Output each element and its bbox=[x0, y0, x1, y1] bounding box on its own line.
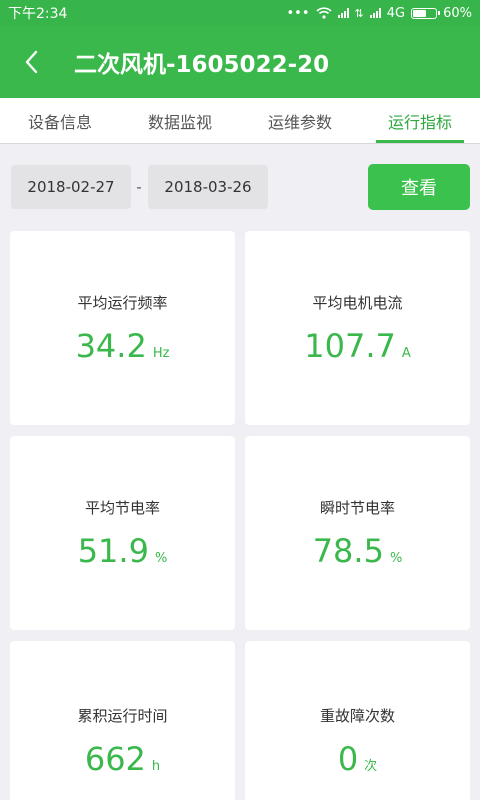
signal-icon bbox=[337, 8, 349, 18]
chevron-left-icon bbox=[25, 50, 38, 74]
status-time: 下午2:34 bbox=[8, 6, 68, 22]
tab-label: 运行指标 bbox=[387, 112, 452, 132]
metric-label: 重故障次数 bbox=[319, 707, 395, 725]
tab-label: 设备信息 bbox=[27, 112, 92, 132]
metric-label: 平均节电率 bbox=[84, 498, 160, 517]
metric-value: 662 bbox=[84, 740, 146, 778]
metric-value: 51.9 bbox=[77, 531, 149, 570]
metric-label: 平均运行频率 bbox=[77, 293, 168, 312]
tab-label: 运维参数 bbox=[267, 112, 332, 132]
app-bar: 二次风机-1605022-20 bbox=[0, 26, 480, 98]
metric-label: 平均电机电流 bbox=[312, 293, 403, 312]
metric-card-avg-current: 平均电机电流 107.7 A bbox=[245, 231, 470, 425]
metric-value: 34.2 bbox=[75, 326, 147, 365]
signal-icon bbox=[369, 8, 381, 18]
metric-value: 0 bbox=[337, 740, 359, 778]
tab-label: 数据监视 bbox=[147, 112, 212, 132]
tab-bar: 设备信息 数据监视 运维参数 运行指标 bbox=[0, 98, 480, 144]
more-dots-icon: ••• bbox=[286, 5, 310, 21]
page-title: 二次风机-1605022-20 bbox=[74, 52, 330, 78]
metric-card-avg-frequency: 平均运行频率 34.2 Hz bbox=[10, 231, 235, 425]
status-bar: 下午2:34 ••• ⇅ 4G 60% bbox=[0, 0, 480, 26]
metric-unit: A bbox=[401, 345, 411, 361]
metric-unit: Hz bbox=[152, 345, 170, 361]
battery-percent: 60% bbox=[443, 5, 472, 21]
end-date-field[interactable]: 2018-03-26 bbox=[148, 165, 268, 209]
metric-unit: % bbox=[389, 550, 403, 566]
network-type: 4G bbox=[386, 5, 406, 21]
metric-card-avg-saving-rate: 平均节电率 51.9% bbox=[10, 436, 235, 630]
metric-value: 107.7 bbox=[304, 326, 396, 365]
start-date-field[interactable]: 2018-02-27 bbox=[11, 165, 131, 209]
metric-card-cumulative-runtime: 累积运行时间 662 h bbox=[10, 641, 235, 800]
tab-operation-metrics[interactable]: 运行指标 bbox=[360, 98, 480, 143]
metric-unit: 次 bbox=[364, 759, 378, 774]
metric-unit: % bbox=[154, 550, 168, 566]
wifi-icon bbox=[315, 7, 332, 19]
date-separator: - bbox=[136, 178, 142, 196]
tab-maintenance-params[interactable]: 运维参数 bbox=[240, 98, 360, 143]
view-button[interactable]: 查看 bbox=[368, 164, 470, 210]
metric-label: 累积运行时间 bbox=[77, 707, 168, 725]
metric-label: 瞬时节电率 bbox=[319, 498, 395, 517]
date-filter: 2018-02-27 - 2018-03-26 查看 bbox=[0, 145, 480, 225]
status-icons: ••• ⇅ 4G 60% bbox=[287, 6, 473, 21]
battery-icon bbox=[411, 7, 441, 19]
metric-card-fault-count: 重故障次数 0次 bbox=[245, 641, 470, 800]
metric-value: 78.5 bbox=[312, 531, 384, 570]
tab-data-monitor[interactable]: 数据监视 bbox=[120, 98, 240, 143]
metric-unit: h bbox=[151, 759, 161, 774]
tab-device-info[interactable]: 设备信息 bbox=[0, 98, 120, 143]
back-button[interactable] bbox=[0, 26, 62, 98]
data-transfer-icon: ⇅ bbox=[354, 6, 364, 20]
metric-card-instant-saving-rate: 瞬时节电率 78.5% bbox=[245, 436, 470, 630]
